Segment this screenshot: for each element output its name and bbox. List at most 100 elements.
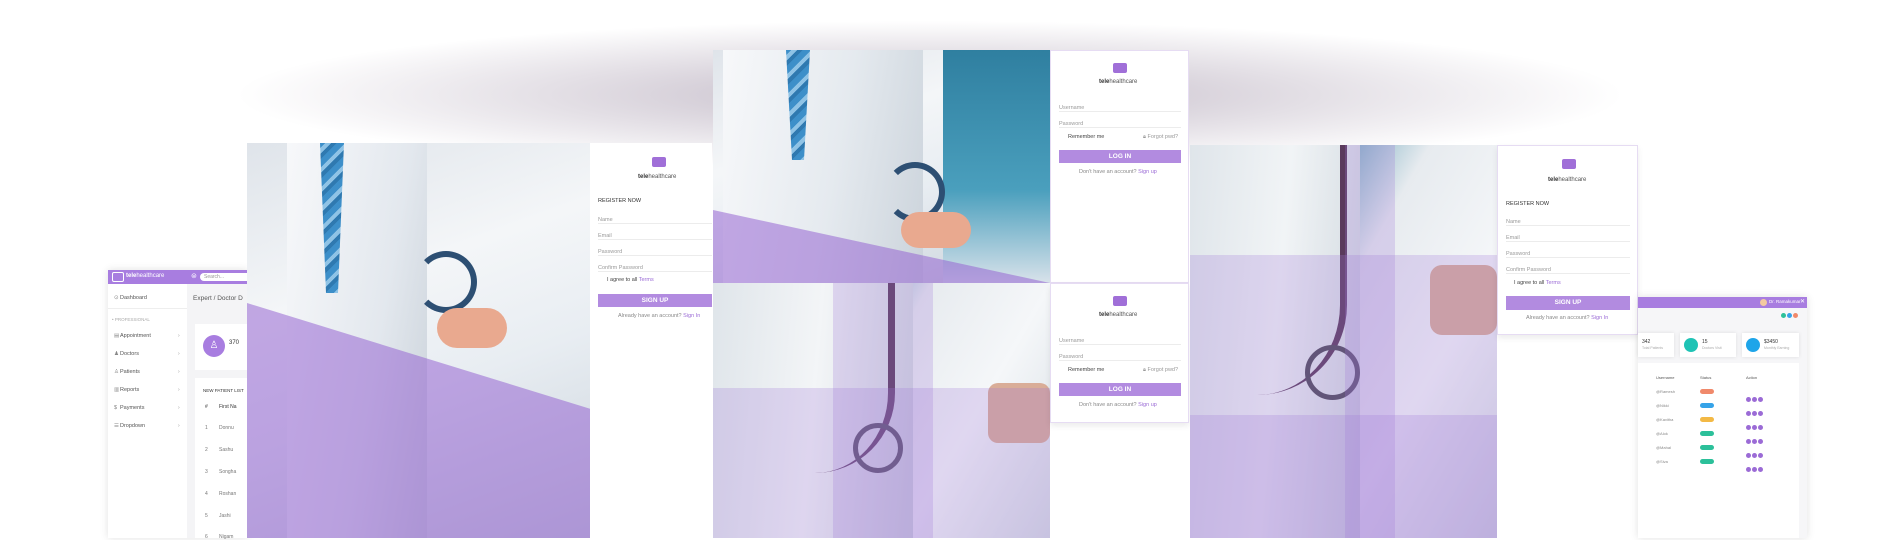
remember-me-checkbox[interactable]: Remember me xyxy=(1068,134,1104,140)
stat-card: 15 Doctors Visit xyxy=(1680,333,1736,357)
doctor-photo-right xyxy=(1190,145,1497,538)
sidebar-item-doctors[interactable]: ♟Doctors xyxy=(114,351,139,357)
sidebar-item-payments[interactable]: $ Payments xyxy=(114,405,144,411)
table-row: 2 Sashu xyxy=(205,447,234,453)
username-field[interactable]: Username xyxy=(1059,338,1181,345)
sign-in-link[interactable]: Sign In xyxy=(683,313,700,319)
stat-card: ♙ 370 xyxy=(195,324,248,370)
view-icon[interactable] xyxy=(1752,411,1757,416)
lock-icon: 🔒︎ xyxy=(1143,367,1146,373)
sidebar-item-dashboard[interactable]: ⊙Dashboard xyxy=(114,295,147,301)
delete-icon[interactable] xyxy=(1758,453,1763,458)
close-icon[interactable]: ✕ xyxy=(1800,298,1805,305)
username-field[interactable]: Username xyxy=(1059,105,1181,112)
sidebar-section-label: • PROFESSIONAL xyxy=(112,317,150,322)
edit-icon[interactable] xyxy=(1746,453,1751,458)
chevron-right-icon: › xyxy=(178,387,180,393)
sign-up-link[interactable]: Sign up xyxy=(1138,169,1157,175)
stat-label: Doctors Visit xyxy=(1702,346,1722,350)
sidebar-item-patients[interactable]: ♙Patients xyxy=(114,369,140,375)
status-badge xyxy=(1700,459,1714,464)
edit-icon[interactable] xyxy=(1746,425,1751,430)
delete-icon[interactable] xyxy=(1758,411,1763,416)
forgot-password-link[interactable]: 🔒︎ Forgot pwd? xyxy=(1143,134,1178,141)
stat-icon xyxy=(1746,338,1760,352)
table-row: @Alok xyxy=(1656,431,1796,444)
delete-icon[interactable] xyxy=(1758,439,1763,444)
terms-checkbox[interactable]: I agree to all Terms xyxy=(607,277,654,283)
view-icon[interactable] xyxy=(1752,397,1757,402)
lock-icon: 🔒︎ xyxy=(1143,134,1146,140)
share-icon[interactable] xyxy=(1793,313,1798,318)
email-field[interactable]: Email xyxy=(598,233,712,240)
sign-in-link[interactable]: Sign In xyxy=(1591,315,1608,321)
confirm-password-field[interactable]: Confirm Password xyxy=(598,265,712,272)
sign-in-prompt: Already have an account? Sign In xyxy=(618,313,701,319)
terms-link[interactable]: Terms xyxy=(1546,280,1561,286)
name-field[interactable]: Name xyxy=(598,217,712,224)
chevron-right-icon: › xyxy=(178,423,180,429)
chat-logo-icon xyxy=(1113,296,1127,306)
user-name[interactable]: Dr. Ramakumar xyxy=(1769,299,1801,304)
breadcrumb: Expert / Doctor D xyxy=(193,295,243,302)
avatar[interactable] xyxy=(1760,299,1767,306)
password-field[interactable]: Password xyxy=(1059,121,1181,128)
table-header-action: Action xyxy=(1746,375,1758,380)
share-icon[interactable] xyxy=(1787,313,1792,318)
brand-logo-text: telehealthcare xyxy=(638,174,677,180)
view-icon[interactable] xyxy=(1752,467,1757,472)
email-field[interactable]: Email xyxy=(1506,235,1630,242)
log-in-button[interactable]: LOG IN xyxy=(1059,150,1181,163)
sidebar-item-label: Appointment xyxy=(120,333,151,339)
row-actions[interactable] xyxy=(1746,459,1764,477)
search-input[interactable]: Search... xyxy=(200,273,252,281)
doctor-photo-top xyxy=(713,50,1050,283)
confirm-password-field[interactable]: Confirm Password xyxy=(1506,267,1630,274)
sidebar-item-reports[interactable]: ▥Reports xyxy=(114,387,139,393)
dashboard-right: Dr. Ramakumar ✕ 342 Total Patients 15 Do… xyxy=(1638,297,1807,538)
table-row: @Mahal xyxy=(1656,445,1796,458)
purple-overlay xyxy=(1345,145,1395,538)
edit-icon[interactable] xyxy=(1746,467,1751,472)
edit-icon[interactable] xyxy=(1746,411,1751,416)
password-field[interactable]: Password xyxy=(598,249,712,256)
dashboard-topbar: telehealthcare ⊜ Search... xyxy=(108,270,252,284)
terms-checkbox[interactable]: I agree to all Terms xyxy=(1514,280,1561,286)
terms-link[interactable]: Terms xyxy=(639,277,654,283)
brand-logo-text: telehealthcare xyxy=(1548,177,1587,183)
sidebar-item-dropdown[interactable]: ☰Dropdown xyxy=(114,423,145,429)
log-in-button[interactable]: LOG IN xyxy=(1059,383,1181,396)
sidebar-item-label: Doctors xyxy=(120,351,139,357)
forgot-password-link[interactable]: 🔒︎ Forgot pwd? xyxy=(1143,367,1178,374)
patient-list-card: NEW PATIENT LIST # First Na 1 Donnu 2 Sash… xyxy=(195,378,248,540)
status-badge xyxy=(1700,417,1714,422)
stat-value: 370 xyxy=(229,340,240,346)
password-field[interactable]: Password xyxy=(1506,251,1630,258)
sidebar-item-appointment[interactable]: ▤Appointment xyxy=(114,333,151,339)
table-row: 1 Donnu xyxy=(205,425,234,431)
remember-me-checkbox[interactable]: Remember me xyxy=(1068,367,1104,373)
stat-label: Total Patients xyxy=(1642,346,1664,350)
sidebar-item-label: Payments xyxy=(120,405,145,411)
sidebar-item-label: Reports xyxy=(120,387,140,393)
name-field[interactable]: Name xyxy=(1506,219,1630,226)
edit-icon[interactable] xyxy=(1746,439,1751,444)
view-icon[interactable] xyxy=(1752,425,1757,430)
menu-toggle-icon[interactable]: ⊜ xyxy=(191,272,197,280)
purple-overlay xyxy=(833,283,933,538)
delete-icon[interactable] xyxy=(1758,425,1763,430)
table-row: @Siva xyxy=(1656,459,1796,472)
password-field[interactable]: Password xyxy=(1059,354,1181,361)
sign-up-button[interactable]: SIGN UP xyxy=(598,294,712,307)
table-row: 3 Songha xyxy=(205,469,237,475)
view-icon[interactable] xyxy=(1752,439,1757,444)
delete-icon[interactable] xyxy=(1758,397,1763,402)
delete-icon[interactable] xyxy=(1758,467,1763,472)
view-icon[interactable] xyxy=(1752,453,1757,458)
sign-up-button[interactable]: SIGN UP xyxy=(1506,296,1630,310)
share-icon[interactable] xyxy=(1781,313,1786,318)
sign-up-link[interactable]: Sign up xyxy=(1138,402,1157,408)
table-row: 4 Roshan xyxy=(205,491,237,497)
edit-icon[interactable] xyxy=(1746,397,1751,402)
chevron-right-icon: › xyxy=(178,351,180,357)
